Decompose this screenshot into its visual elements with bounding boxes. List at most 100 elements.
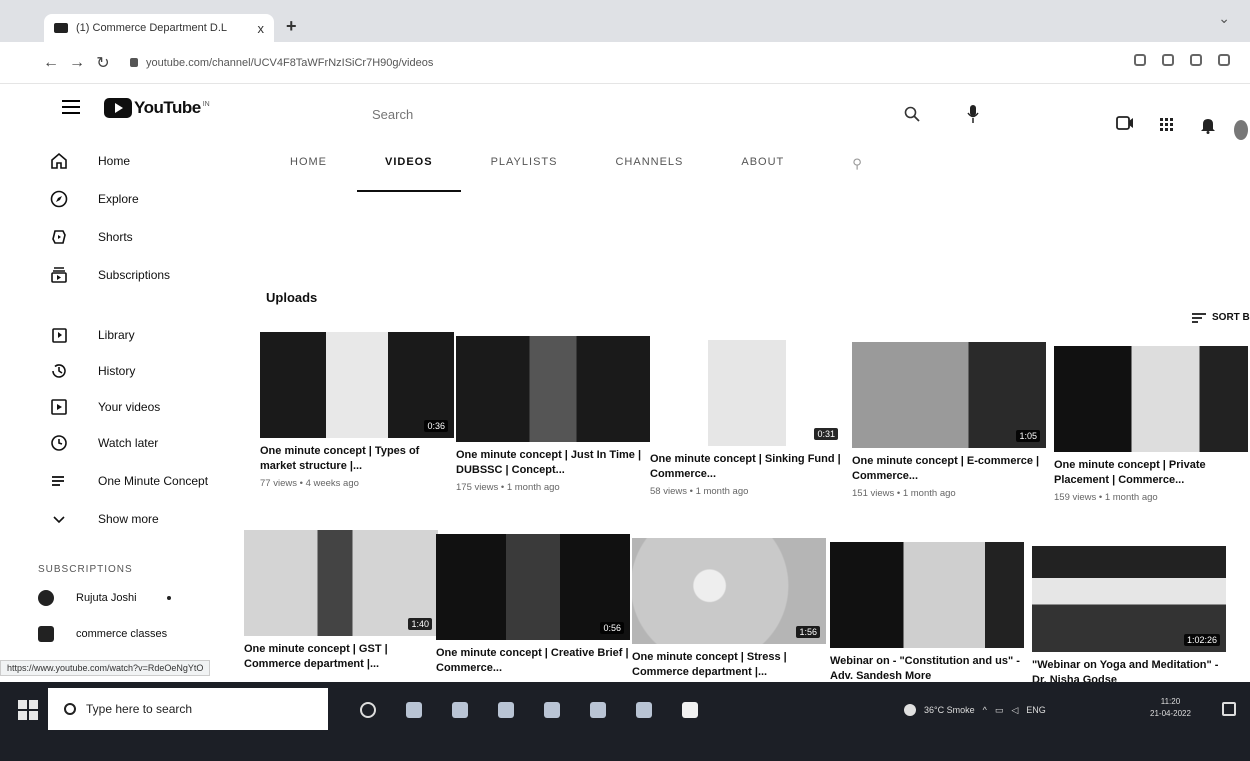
notifications-bell-icon[interactable]: [1200, 116, 1216, 134]
tab-channels[interactable]: CHANNELS: [615, 156, 683, 192]
video-card[interactable]: 0:56 One minute concept | Creative Brief…: [436, 534, 630, 680]
extension-icon[interactable]: [1190, 54, 1202, 66]
store-icon[interactable]: [544, 702, 560, 718]
back-icon[interactable]: ←: [38, 54, 64, 72]
weather-icon[interactable]: [904, 704, 916, 716]
video-card[interactable]: 0:31 One minute concept | Sinking Fund |…: [650, 340, 844, 497]
video-thumbnail[interactable]: 1:40: [244, 530, 438, 636]
cortana-icon[interactable]: [360, 702, 376, 718]
search-box[interactable]: [372, 98, 892, 130]
video-duration: 1:05: [1016, 430, 1040, 442]
video-card[interactable]: One minute concept | Private Placement |…: [1054, 346, 1248, 503]
edge-icon[interactable]: [452, 702, 468, 718]
video-thumbnail[interactable]: 0:31: [650, 340, 844, 446]
search-input[interactable]: [372, 106, 892, 122]
channel-avatar: [38, 626, 54, 642]
word-icon[interactable]: [682, 702, 698, 718]
sidebar-item-home[interactable]: Home: [50, 152, 130, 170]
weather-text[interactable]: 36°C Smoke: [924, 705, 975, 715]
video-card[interactable]: 1:02:26 "Webinar on Yoga and Meditation"…: [1032, 546, 1226, 692]
tab-videos[interactable]: VIDEOS: [357, 156, 461, 192]
video-card[interactable]: Webinar on - "Constitution and us" - Adv…: [830, 542, 1024, 688]
address-bar: ← → ↻ youtube.com/channel/UCV4F8TaWFrNzI…: [0, 42, 1250, 84]
subscription-item[interactable]: commerce classes: [38, 626, 167, 642]
close-tab-icon[interactable]: x: [258, 21, 265, 36]
file-explorer-icon[interactable]: [498, 702, 514, 718]
video-thumbnail[interactable]: 0:56: [436, 534, 630, 640]
youtube-logo[interactable]: YouTube IN: [104, 98, 210, 118]
sidebar-item-library[interactable]: Library: [50, 326, 135, 344]
new-tab-button[interactable]: +: [286, 16, 297, 37]
tab-about[interactable]: ABOUT: [741, 156, 784, 192]
taskbar-search-field[interactable]: Type here to search: [48, 688, 328, 730]
create-video-icon[interactable]: [1116, 116, 1134, 130]
menu-icon[interactable]: [62, 100, 80, 114]
tab-home[interactable]: HOME: [290, 156, 327, 192]
sidebar-item-shorts[interactable]: Shorts: [50, 228, 133, 246]
video-thumbnail[interactable]: 1:56: [632, 538, 826, 644]
video-card[interactable]: 1:05 One minute concept | E-commerce | C…: [852, 342, 1046, 499]
video-thumbnail[interactable]: 1:05: [852, 342, 1046, 448]
sidebar-item-history[interactable]: History: [50, 362, 135, 380]
sidebar-item-your-videos[interactable]: Your videos: [50, 398, 160, 416]
video-title[interactable]: One minute concept | E-commerce | Commer…: [852, 454, 1046, 484]
video-card[interactable]: 0:36 One minute concept | Types of marke…: [260, 332, 454, 489]
sidebar-item-subscriptions[interactable]: Subscriptions: [50, 266, 170, 284]
profile-icon[interactable]: [1218, 54, 1230, 66]
video-card[interactable]: 1:40 One minute concept | GST | Commerce…: [244, 530, 438, 676]
taskbar-clock[interactable]: 11:20 21-04-2022: [1150, 696, 1191, 720]
url-field[interactable]: youtube.com/channel/UCV4F8TaWFrNzISiCr7H…: [130, 57, 433, 69]
video-duration: 0:31: [814, 428, 838, 440]
windows-start-icon[interactable]: [18, 700, 38, 720]
forward-icon[interactable]: →: [64, 54, 90, 72]
clock-time: 11:20: [1160, 697, 1181, 706]
video-title[interactable]: One minute concept | Types of market str…: [260, 444, 454, 474]
channel-avatar: [38, 590, 54, 606]
video-title[interactable]: One minute concept | GST | Commerce depa…: [244, 642, 438, 672]
apps-grid-icon[interactable]: [1160, 118, 1174, 132]
video-card[interactable]: 1:56 One minute concept | Stress | Comme…: [632, 538, 826, 684]
language-indicator[interactable]: ENG: [1026, 705, 1046, 715]
sort-button[interactable]: SORT B: [1192, 312, 1250, 323]
browser-tab[interactable]: (1) Commerce Department D.L x: [44, 14, 274, 42]
microphone-icon[interactable]: [966, 104, 980, 124]
lock-icon: [130, 58, 138, 67]
video-thumbnail[interactable]: 1:02:26: [1032, 546, 1226, 652]
logo-text: YouTube: [134, 98, 201, 117]
star-icon[interactable]: [1162, 54, 1174, 66]
notification-center-icon[interactable]: [1222, 702, 1236, 716]
video-title[interactable]: One minute concept | Sinking Fund | Comm…: [650, 452, 844, 482]
video-card[interactable]: One minute concept | Just In Time | DUBS…: [456, 336, 650, 493]
video-thumbnail[interactable]: [830, 542, 1024, 648]
channel-search-icon[interactable]: ⚲: [852, 156, 862, 192]
video-title[interactable]: One minute concept | Stress | Commerce d…: [632, 650, 826, 680]
network-icon[interactable]: ▭: [995, 705, 1004, 716]
search-icon[interactable]: [904, 106, 920, 122]
chrome-icon[interactable]: [636, 702, 652, 718]
share-icon[interactable]: [1134, 54, 1146, 66]
video-title[interactable]: One minute concept | Just In Time | DUBS…: [456, 448, 650, 478]
mail-icon[interactable]: [590, 702, 606, 718]
chevron-down-icon[interactable]: ⌄: [1218, 10, 1230, 27]
account-avatar-icon[interactable]: [1234, 120, 1248, 140]
sidebar-item-explore[interactable]: Explore: [50, 190, 139, 208]
sidebar-item-label: Show more: [98, 512, 159, 526]
subscription-item[interactable]: Rujuta Joshi: [38, 590, 171, 606]
sidebar-item-label: Library: [98, 328, 135, 342]
volume-icon[interactable]: ◁: [1011, 705, 1018, 716]
video-thumbnail[interactable]: [456, 336, 650, 442]
sidebar-item-one-minute-concept[interactable]: One Minute Concept: [50, 472, 208, 490]
video-thumbnail[interactable]: 0:36: [260, 332, 454, 438]
reload-icon[interactable]: ↻: [90, 53, 116, 73]
video-title[interactable]: Webinar on - "Constitution and us" - Adv…: [830, 654, 1024, 684]
extension-icons: [1134, 54, 1230, 66]
video-title[interactable]: One minute concept | Creative Brief | Co…: [436, 646, 630, 676]
tab-playlists[interactable]: PLAYLISTS: [491, 156, 558, 192]
video-title[interactable]: One minute concept | Private Placement |…: [1054, 458, 1248, 488]
task-view-icon[interactable]: [406, 702, 422, 718]
chevron-up-icon[interactable]: ^: [983, 705, 987, 715]
sidebar-item-show-more[interactable]: Show more: [50, 510, 159, 528]
sidebar-item-watch-later[interactable]: Watch later: [50, 434, 158, 452]
your-videos-icon: [50, 398, 68, 416]
video-thumbnail[interactable]: [1054, 346, 1248, 452]
